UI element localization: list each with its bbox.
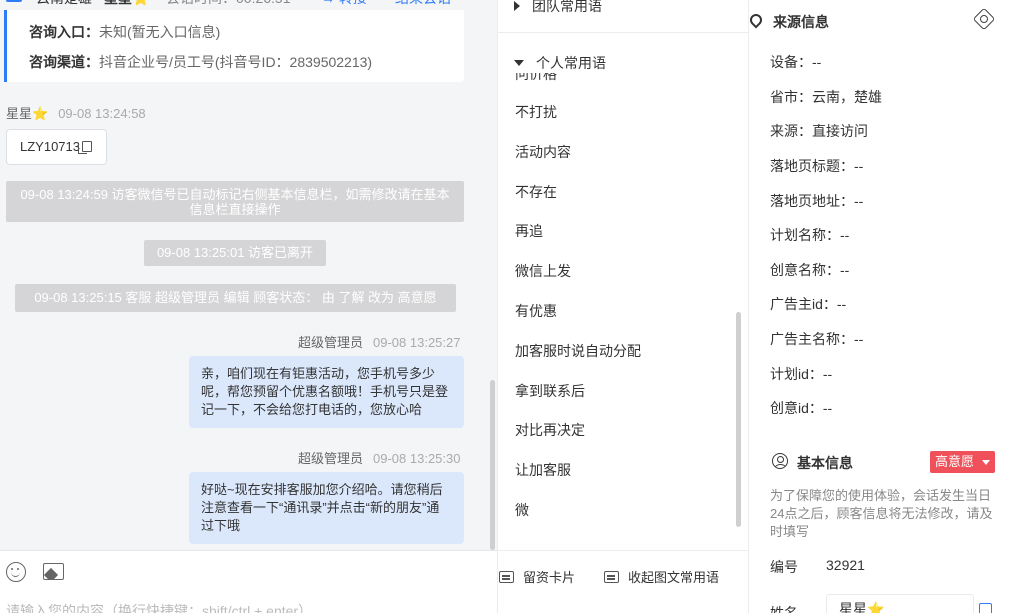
chat-scrollbar[interactable] xyxy=(490,380,495,550)
phrase-item[interactable]: 加客服时说自动分配 xyxy=(515,341,641,361)
phrase-item[interactable]: 不打扰 xyxy=(515,102,557,122)
agent-message-bubble: 亲，咱们现在有钜惠活动，您手机号多少呢，帮您预留个优惠名额哦！手机号只是登记一下… xyxy=(189,356,464,428)
agent-message-header: 超级管理员 09-08 13:25:27 xyxy=(298,332,460,351)
transfer-button[interactable]: → 转接 xyxy=(321,0,367,8)
agent-sender-name: 超级管理员 xyxy=(298,335,364,350)
field-device: 设备：-- xyxy=(770,54,822,70)
field-creative-name: 创意名称：-- xyxy=(770,262,850,278)
field-plan-id: 计划id：-- xyxy=(770,366,833,382)
collapse-phrases-button[interactable]: 收起图文常用语 xyxy=(604,567,719,586)
end-chat-button[interactable]: 结束会话 xyxy=(395,0,451,8)
phrase-item[interactable]: 微信上发 xyxy=(515,261,571,281)
chat-panel: 云南楚雄 星星⭐ 会话时间：00:26:51 → 转接 结束会话 咨询入口：未知… xyxy=(0,0,497,613)
message-icon xyxy=(499,571,514,583)
intent-level-value: 高意愿 xyxy=(935,454,975,469)
phrase-item[interactable]: 微 xyxy=(515,500,529,520)
basic-info-header: 基本信息 xyxy=(772,453,853,473)
intent-level-dropdown[interactable]: 高意愿 xyxy=(930,451,995,473)
consult-info-card: 咨询入口：未知(暂无入口信息) 咨询渠道：抖音企业号/员工号(抖音号ID：283… xyxy=(4,10,464,82)
caret-right-icon xyxy=(514,1,520,11)
consult-entry-value: 未知(暂无入口信息) xyxy=(99,24,221,40)
system-message: 09-08 13:25:15 客服 超级管理员 编辑 顾客状态： 由 了解 改为… xyxy=(15,284,456,312)
consult-entry-label: 咨询入口： xyxy=(29,24,99,40)
visitor-wechat-chip[interactable]: LZY10713 xyxy=(6,129,107,165)
chat-topbar: 云南楚雄 星星⭐ 会话时间：00:26:51 → 转接 结束会话 xyxy=(0,0,497,10)
collapse-phrases-label: 收起图文常用语 xyxy=(628,570,720,585)
settings-icon[interactable] xyxy=(972,7,996,31)
source-info-title: 来源信息 xyxy=(773,14,829,30)
phrase-item[interactable]: 拿到联系后 xyxy=(515,381,585,401)
message-icon xyxy=(604,571,619,583)
team-phrases-group[interactable]: 团队常用语 xyxy=(514,0,602,16)
emoji-icon[interactable] xyxy=(6,562,26,582)
agent-message-time: 09-08 13:25:27 xyxy=(373,335,461,350)
field-landing-title: 落地页标题：-- xyxy=(770,158,864,174)
agent-message-header: 超级管理员 09-08 13:25:30 xyxy=(298,448,460,467)
agent-message-time: 09-08 13:25:30 xyxy=(373,451,461,466)
location-pin-icon xyxy=(749,11,765,29)
phrase-scrollbar[interactable] xyxy=(736,312,741,527)
source-info-header: 来源信息 xyxy=(749,11,829,32)
monitor-icon xyxy=(6,0,22,2)
visitor-sender-name: 星星⭐ xyxy=(6,106,49,121)
chat-message-area[interactable]: 云南楚雄 星星⭐ 会话时间：00:26:51 → 转接 结束会话 咨询入口：未知… xyxy=(0,0,497,550)
visitor-message-header: 星星⭐ 09-08 13:24:58 xyxy=(6,103,146,122)
system-message: 09-08 13:25:01 访客已离开 xyxy=(144,240,326,266)
image-icon[interactable] xyxy=(43,563,64,580)
message-input-placeholder[interactable]: 请输入您的内容（换行快捷键：shift/ctrl + enter） xyxy=(6,601,312,613)
id-value: 32921 xyxy=(826,557,865,573)
phrase-actions: 留资卡片 收起图文常用语 xyxy=(498,550,748,613)
phrase-list: 问价格 不打扰 活动内容 不存在 再追 微信上发 有优惠 加客服时说自动分配 拿… xyxy=(498,73,748,533)
field-advertiser-id: 广告主id：-- xyxy=(770,296,847,312)
system-message: 09-08 13:24:59 访客微信号已自动标记右侧基本信息栏，如需修改请在基… xyxy=(6,181,464,222)
customer-info-panel: 来源信息 设备：-- 省市：云南，楚雄 来源：直接访问 落地页标题：-- 落地页… xyxy=(749,0,1016,613)
phrase-item[interactable]: 对比再决定 xyxy=(515,420,585,440)
phrase-item[interactable]: 问价格 xyxy=(515,73,557,84)
visitor-name: 星星⭐ xyxy=(104,0,149,8)
consult-channel-value: 抖音企业号/员工号(抖音号ID：2839502213) xyxy=(99,54,373,70)
consult-channel-label: 咨询渠道： xyxy=(29,54,99,70)
field-advertiser-name: 广告主名称：-- xyxy=(770,331,864,347)
edit-icon[interactable] xyxy=(979,603,992,613)
consult-entry: 咨询入口：未知(暂无入口信息) xyxy=(29,22,220,42)
visitor-region: 云南楚雄 xyxy=(36,0,92,8)
phrase-item[interactable]: 活动内容 xyxy=(515,142,571,162)
agent-sender-name: 超级管理员 xyxy=(298,451,364,466)
copy-icon[interactable] xyxy=(78,141,92,154)
phrase-item[interactable]: 再追 xyxy=(515,221,543,241)
phrase-item[interactable]: 有优惠 xyxy=(515,301,557,321)
agent-message-bubble: 好哒~现在安排客服加您介绍哈。请您稍后注意查看一下“通讯录”并点击“新的朋友”通… xyxy=(189,472,464,544)
user-icon xyxy=(772,453,788,469)
field-landing-url: 落地页地址：-- xyxy=(770,193,864,209)
visitor-message-time: 09-08 13:24:58 xyxy=(58,106,146,121)
consult-channel: 咨询渠道：抖音企业号/员工号(抖音号ID：2839502213) xyxy=(29,52,372,72)
field-source: 来源：直接访问 xyxy=(770,123,868,139)
phrase-item[interactable]: 不存在 xyxy=(515,182,557,202)
phrase-item[interactable]: 让加客服 xyxy=(515,460,571,480)
lead-card-button[interactable]: 留资卡片 xyxy=(499,567,575,586)
message-input-area[interactable]: 请输入您的内容（换行快捷键：shift/ctrl + enter） xyxy=(0,550,497,613)
quick-phrases-panel: 团队常用语 个人常用语 问价格 不打扰 活动内容 不存在 再追 微信上发 有优惠… xyxy=(497,0,749,613)
chevron-down-icon xyxy=(982,460,990,465)
personal-phrases-label: 个人常用语 xyxy=(536,55,606,71)
field-plan-name: 计划名称：-- xyxy=(770,227,850,243)
visitor-wechat-id: LZY10713 xyxy=(20,139,80,154)
personal-phrases-group[interactable]: 个人常用语 xyxy=(514,53,606,73)
lead-card-label: 留资卡片 xyxy=(523,570,576,585)
field-creative-id: 创意id：-- xyxy=(770,400,833,416)
id-label: 编号 xyxy=(770,559,798,575)
divider xyxy=(498,32,748,33)
name-field[interactable]: 星星⭐ xyxy=(826,594,974,613)
team-phrases-label: 团队常用语 xyxy=(532,0,602,14)
caret-down-icon xyxy=(514,60,524,66)
edit-notice: 为了保障您的使用体验，会话发生当日24点之后，顾客信息将无法修改，请及时填写 xyxy=(770,488,993,539)
field-province-city: 省市：云南，楚雄 xyxy=(770,89,882,105)
basic-info-title: 基本信息 xyxy=(797,455,853,471)
name-label: 姓名 xyxy=(770,605,798,613)
session-duration: 会话时间：00:26:51 xyxy=(166,0,291,8)
